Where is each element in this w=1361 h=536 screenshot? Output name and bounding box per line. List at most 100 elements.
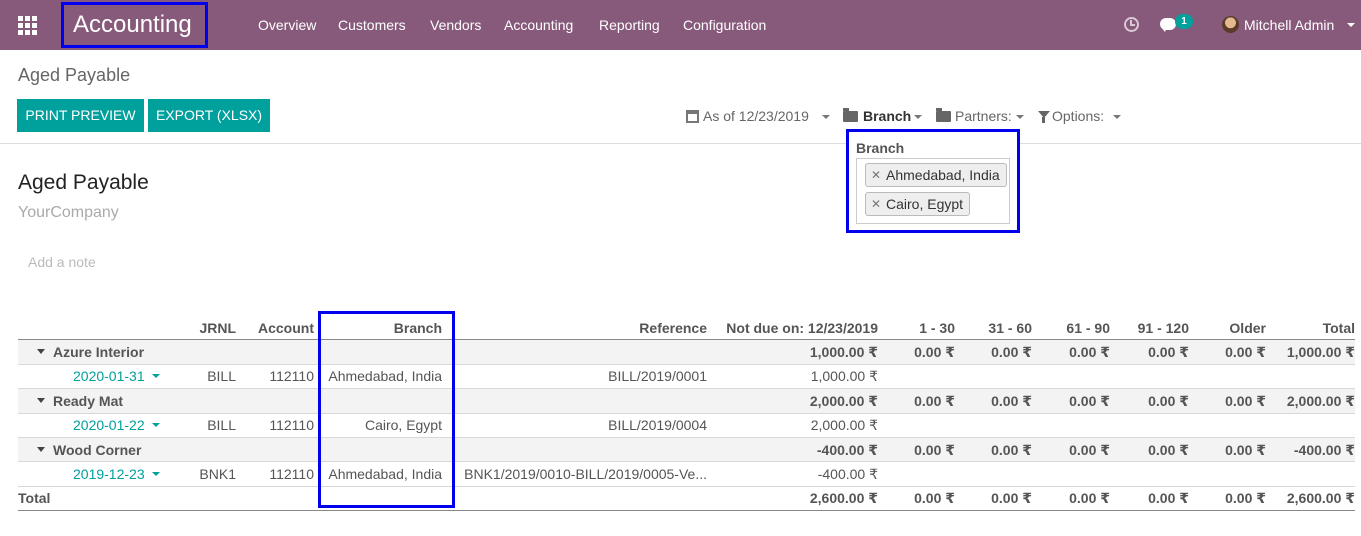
col-header-older: Older	[1229, 320, 1266, 336]
branch-tags-input[interactable]: ✕ Ahmedabad, India ✕ Cairo, Egypt	[856, 158, 1010, 224]
col-header-not-due: Not due on: 12/23/2019	[726, 320, 878, 336]
group-total: 1,000.00 ₹	[1286, 344, 1355, 360]
group-1-30: 0.00 ₹	[914, 393, 955, 409]
group-older: 0.00 ₹	[1225, 344, 1266, 360]
group-not-due: 2,000.00 ₹	[809, 393, 878, 409]
line-not-due: 1,000.00 ₹	[810, 368, 878, 384]
row-divider	[18, 461, 1355, 462]
group-61-90: 0.00 ₹	[1069, 344, 1110, 360]
group-older: 0.00 ₹	[1225, 442, 1266, 458]
line-date-link[interactable]: 2020-01-31	[73, 368, 145, 384]
messages-chat-icon[interactable]	[1160, 18, 1176, 32]
group-91-120: 0.00 ₹	[1148, 344, 1189, 360]
total-older: 0.00 ₹	[1225, 490, 1266, 506]
user-caret-down-icon[interactable]	[1347, 23, 1355, 27]
top-navbar: Accounting Overview Customers Vendors Ac…	[0, 0, 1361, 50]
menu-overview[interactable]: Overview	[258, 0, 316, 50]
filter-funnel-icon	[1038, 111, 1050, 123]
line-not-due: -400.00 ₹	[817, 466, 878, 482]
line-account: 112110	[269, 417, 314, 433]
line-reference: BILL/2019/0001	[608, 368, 707, 384]
row-divider	[18, 413, 1355, 414]
group-31-60: 0.00 ₹	[991, 442, 1032, 458]
remove-tag-icon[interactable]: ✕	[871, 193, 881, 215]
date-filter-caret-icon[interactable]	[822, 115, 830, 119]
remove-tag-icon[interactable]: ✕	[871, 164, 881, 186]
menu-reporting[interactable]: Reporting	[599, 0, 660, 50]
group-91-120: 0.00 ₹	[1148, 393, 1189, 409]
app-brand[interactable]: Accounting	[61, 2, 208, 48]
total-61-90: 0.00 ₹	[1069, 490, 1110, 506]
breadcrumb-title: Aged Payable	[18, 65, 131, 85]
total-total: 2,600.00 ₹	[1286, 490, 1355, 506]
options-filter[interactable]: Options:	[1052, 108, 1104, 124]
col-header-jrnl: JRNL	[199, 320, 236, 336]
add-note-field[interactable]: Add a note	[28, 254, 96, 270]
group-not-due: -400.00 ₹	[816, 442, 878, 458]
report-title: Aged Payable	[18, 171, 149, 194]
group-61-90: 0.00 ₹	[1069, 393, 1110, 409]
activity-clock-icon[interactable]	[1124, 17, 1139, 32]
line-caret-icon[interactable]	[152, 423, 160, 427]
options-caret-icon[interactable]	[1113, 115, 1121, 119]
calendar-icon	[686, 110, 699, 123]
partner-name[interactable]: Ready Mat	[53, 393, 123, 409]
group-older: 0.00 ₹	[1225, 393, 1266, 409]
col-header-total: Total	[1322, 320, 1355, 336]
branch-dropdown: Branch ✕ Ahmedabad, India ✕ Cairo, Egypt	[846, 129, 1020, 233]
line-jrnl: BNK1	[199, 466, 236, 482]
total-label: Total	[18, 490, 51, 506]
line-date-link[interactable]: 2019-12-23	[73, 466, 145, 482]
group-total: -400.00 ₹	[1293, 442, 1355, 458]
branch-filter[interactable]: Branch	[863, 108, 911, 124]
print-preview-button[interactable]: PRINT PREVIEW	[17, 99, 144, 132]
total-divider	[18, 510, 1355, 511]
group-31-60: 0.00 ₹	[991, 344, 1032, 360]
group-91-120: 0.00 ₹	[1148, 442, 1189, 458]
col-header-61-90: 61 - 90	[1066, 320, 1110, 336]
col-header-1-30: 1 - 30	[919, 320, 955, 336]
branch-tag-ahmedabad: ✕ Ahmedabad, India	[865, 163, 1007, 187]
partner-name[interactable]: Wood Corner	[53, 442, 141, 458]
col-header-31-60: 31 - 60	[988, 320, 1032, 336]
partners-caret-icon[interactable]	[1016, 115, 1024, 119]
line-jrnl: BILL	[207, 368, 236, 384]
company-name: YourCompany	[18, 204, 119, 221]
user-menu[interactable]: Mitchell Admin	[1244, 0, 1334, 50]
group-not-due: 1,000.00 ₹	[809, 344, 878, 360]
expand-caret-icon[interactable]	[37, 398, 45, 403]
line-date-link[interactable]: 2020-01-22	[73, 417, 145, 433]
branch-tag-cairo: ✕ Cairo, Egypt	[865, 192, 971, 216]
line-caret-icon[interactable]	[152, 472, 160, 476]
export-xlsx-button[interactable]: EXPORT (XLSX)	[148, 99, 270, 132]
total-91-120: 0.00 ₹	[1148, 490, 1189, 506]
user-avatar[interactable]	[1222, 16, 1239, 33]
partner-name[interactable]: Azure Interior	[53, 344, 144, 360]
total-not-due: 2,600.00 ₹	[809, 490, 878, 506]
apps-grid-icon[interactable]	[18, 16, 37, 35]
line-not-due: 2,000.00 ₹	[810, 417, 878, 433]
line-jrnl: BILL	[207, 417, 236, 433]
branch-folder-icon	[843, 108, 858, 122]
messages-badge: 1	[1175, 14, 1193, 29]
branch-caret-icon[interactable]	[914, 115, 922, 119]
group-1-30: 0.00 ₹	[914, 344, 955, 360]
group-31-60: 0.00 ₹	[991, 393, 1032, 409]
expand-caret-icon[interactable]	[37, 349, 45, 354]
date-filter[interactable]: As of 12/23/2019	[703, 108, 809, 124]
menu-customers[interactable]: Customers	[338, 0, 406, 50]
line-caret-icon[interactable]	[152, 374, 160, 378]
menu-configuration[interactable]: Configuration	[683, 0, 766, 50]
row-divider	[18, 364, 1355, 365]
group-61-90: 0.00 ₹	[1069, 442, 1110, 458]
line-account: 112110	[269, 466, 314, 482]
expand-caret-icon[interactable]	[37, 447, 45, 452]
partners-filter[interactable]: Partners:	[955, 108, 1012, 124]
menu-accounting[interactable]: Accounting	[504, 0, 573, 50]
group-total: 2,000.00 ₹	[1286, 393, 1355, 409]
partners-folder-icon	[936, 108, 951, 122]
menu-vendors[interactable]: Vendors	[430, 0, 481, 50]
group-1-30: 0.00 ₹	[914, 442, 955, 458]
line-account: 112110	[269, 368, 314, 384]
branch-column-highlight	[318, 311, 455, 508]
